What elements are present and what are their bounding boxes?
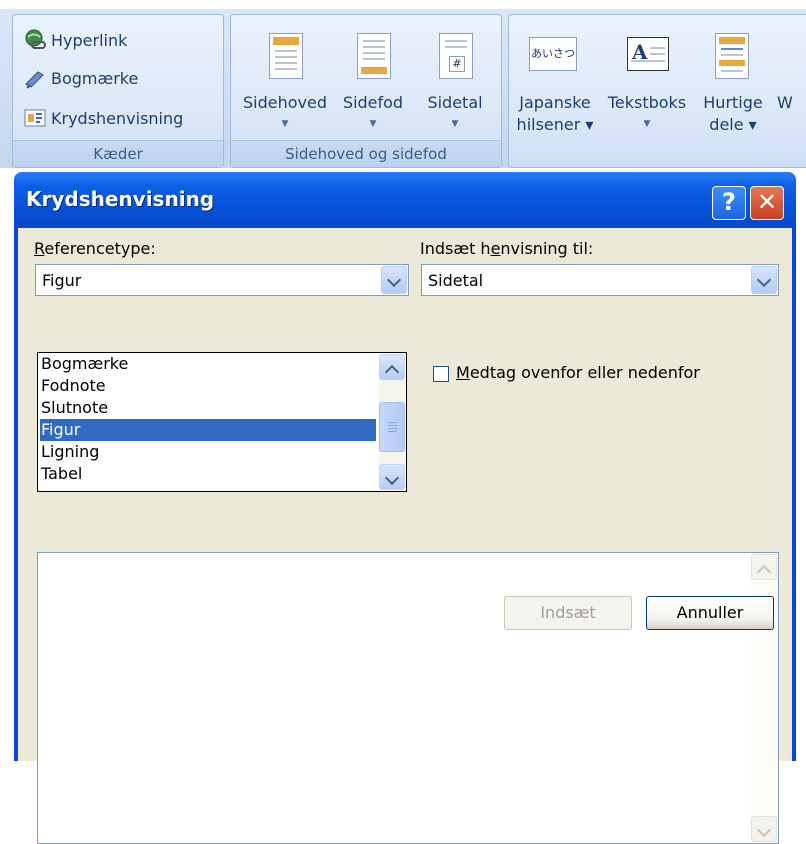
close-button[interactable]: ✕ [750, 186, 784, 220]
bookmark-button[interactable]: Bogmærke [23, 63, 138, 93]
page-number-doc-icon: # [439, 33, 473, 79]
dialog-title: Krydshenvisning [26, 187, 215, 211]
textbox-icon: A [627, 37, 669, 71]
scroll-up-button[interactable] [379, 354, 405, 380]
chevron-down-icon [756, 822, 772, 838]
japanese-greetings-label-1: Japanske [519, 93, 591, 112]
page-number-dropdown-icon: ▼ [451, 119, 459, 129]
chevron-down-icon [386, 272, 402, 288]
reference-type-dropdown-list[interactable]: Bogmærke Fodnote Slutnote Figur Ligning … [37, 352, 407, 492]
list-item-selected[interactable]: Figur [40, 419, 376, 441]
list-item[interactable]: Slutnote [40, 397, 376, 419]
scroll-up-button[interactable] [751, 554, 777, 580]
insert-button[interactable]: Indsæt [504, 596, 632, 630]
ribbon: Hyperlink Bogmærke Krydshenvisning Kæder… [0, 0, 806, 168]
reference-type-combo[interactable]: Figur [35, 264, 409, 296]
quick-parts-icon [715, 33, 749, 79]
cross-reference-button[interactable]: Krydshenvisning [23, 103, 183, 133]
cross-reference-dialog: Krydshenvisning ? ✕ Referencetype: Figur… [14, 172, 796, 844]
cancel-button[interactable]: Annuller [646, 596, 774, 630]
japanese-greetings-label-2: hilsener ▾ [516, 115, 594, 134]
links-group-label: Kæder [13, 140, 223, 167]
chevron-up-icon [384, 364, 400, 380]
include-above-below-checkbox[interactable] [433, 366, 449, 382]
textbox-dropdown-icon: ▼ [643, 119, 651, 129]
help-button[interactable]: ? [712, 186, 746, 220]
page-number-label: Sidetal [427, 93, 483, 112]
header-label: Sidehoved [243, 93, 327, 112]
footer-dropdown-icon: ▼ [369, 119, 377, 129]
header-footer-group: Sidehoved ▼ Sidefod ▼ # Sidetal ▼ Sideho… [230, 14, 502, 168]
reference-type-dropdown-button[interactable] [381, 266, 407, 294]
insert-reference-to-value: Sidetal [428, 271, 484, 290]
close-icon: ✕ [756, 188, 778, 216]
ribbon-top-edge [0, 0, 806, 9]
textbox-label: Tekstboks [607, 93, 687, 112]
links-group: Hyperlink Bogmærke Krydshenvisning Kæder [12, 14, 224, 168]
hyperlink-label: Hyperlink [51, 30, 128, 50]
header-dropdown-icon: ▼ [281, 119, 289, 129]
hyperlink-button[interactable]: Hyperlink [23, 25, 127, 55]
chevron-down-icon [756, 272, 772, 288]
question-mark-icon: ? [722, 188, 736, 216]
bookmark-label: Bogmærke [51, 68, 139, 88]
dropdown-scrollbar[interactable] [379, 354, 405, 490]
wordart-label-partial: W [777, 93, 793, 112]
cross-reference-icon [23, 106, 47, 130]
footer-label: Sidefod [342, 93, 404, 112]
header-footer-group-label: Sidehoved og sidefod [231, 140, 501, 167]
dialog-client-area: Referencetype: Figur Indsæt henvisning t… [18, 228, 792, 844]
chevron-down-icon [384, 470, 400, 486]
insert-reference-to-label: Indsæt henvisning til: [420, 239, 594, 258]
globe-link-icon [23, 28, 47, 52]
scroll-down-button[interactable] [751, 816, 777, 842]
quick-parts-label-2: dele ▾ [709, 115, 757, 134]
cross-reference-label: Krydshenvisning [51, 108, 184, 128]
reference-type-label: Referencetype: [34, 239, 156, 258]
insert-reference-to-dropdown-button[interactable] [751, 266, 777, 294]
footer-doc-icon [357, 33, 391, 79]
include-above-below-label: Medtag ovenfor eller nedenfor [456, 363, 700, 382]
list-item[interactable]: Ligning [40, 441, 376, 463]
list-item[interactable]: Fodnote [40, 375, 376, 397]
list-item[interactable]: Tabel [40, 463, 376, 485]
scroll-down-button[interactable] [379, 464, 405, 490]
bookmark-icon [23, 66, 47, 90]
chevron-up-icon [756, 564, 772, 580]
reference-type-value: Figur [42, 271, 82, 290]
text-group: あいさつ Japanske hilsener ▾ A Tekstboks ▼ H… [508, 14, 806, 168]
list-item[interactable]: Bogmærke [40, 353, 376, 375]
quick-parts-label-1: Hurtige [703, 93, 763, 112]
scroll-thumb[interactable] [379, 402, 405, 452]
dialog-titlebar[interactable]: Krydshenvisning ? ✕ [14, 172, 796, 228]
insert-reference-to-combo[interactable]: Sidetal [421, 264, 779, 296]
japanese-greetings-icon: あいさつ [529, 37, 577, 71]
header-doc-icon [269, 33, 303, 79]
